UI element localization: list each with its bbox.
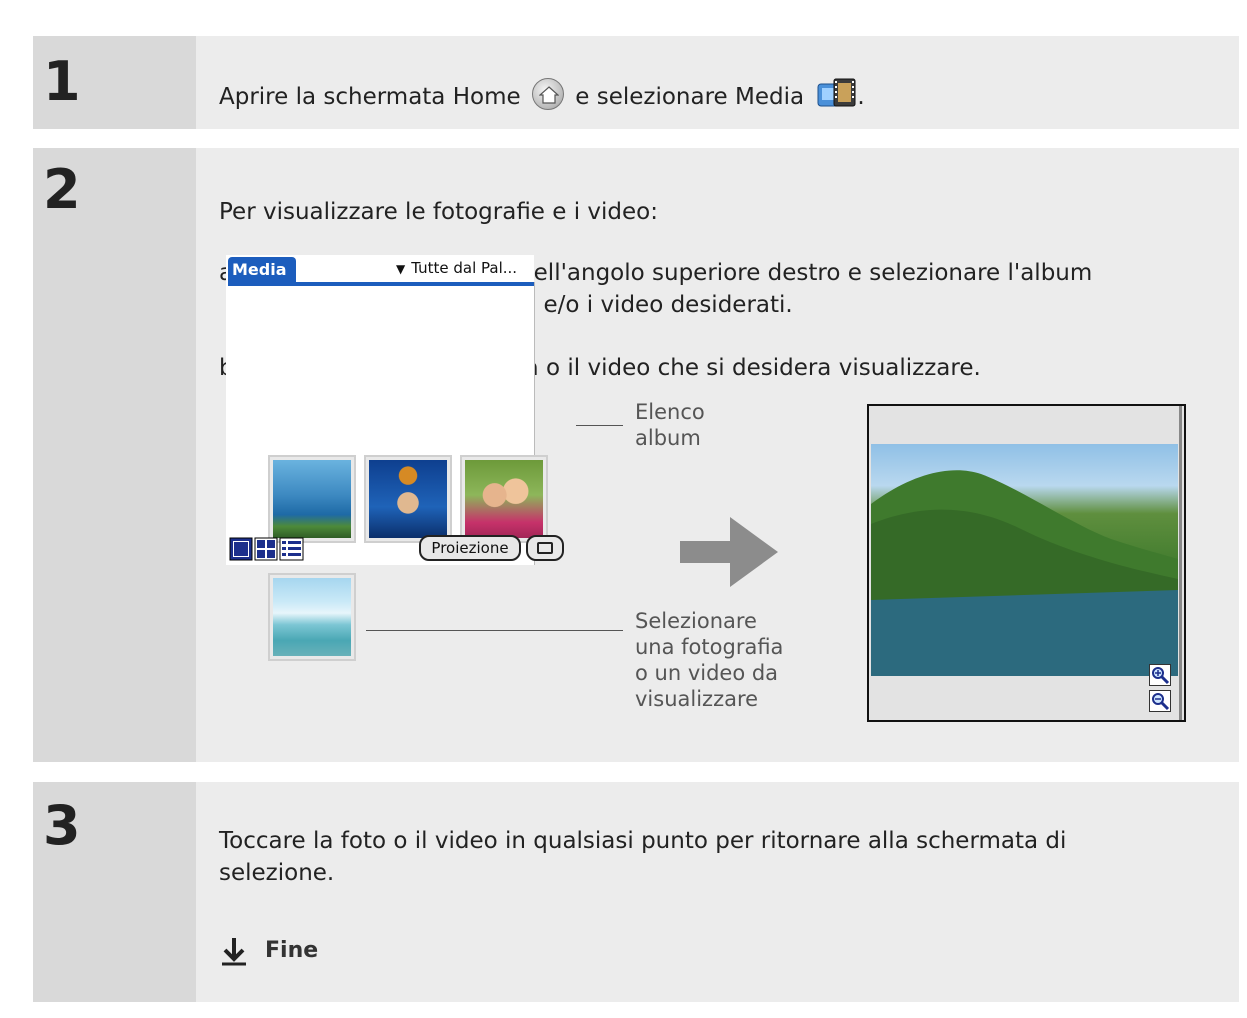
callout-line: o un video da (635, 661, 779, 685)
callout-line: visualizzare (635, 687, 759, 711)
select-callout: Selezionare una fotografia o un video da… (635, 608, 783, 712)
photo-thumbnail[interactable] (268, 455, 356, 543)
down-arrow-icon: ▼ (396, 262, 406, 276)
callout-line: una fotografia (635, 635, 784, 659)
step-3-line-1: Toccare la foto o il video in qualsiasi … (219, 828, 1067, 854)
palm-media-screen: Media ▼ Tutte dal Pal... Proiezione (226, 255, 564, 661)
media-tab[interactable]: Media (228, 257, 296, 282)
callout-line: Elenco (635, 400, 705, 424)
photo-viewer[interactable] (867, 404, 1186, 722)
full-photo[interactable] (871, 444, 1178, 676)
step-number: 3 (43, 794, 81, 857)
view-mode-toggle[interactable] (229, 537, 305, 561)
step-number: 1 (43, 50, 81, 113)
slideshow-button[interactable]: Proiezione (419, 535, 521, 561)
right-arrow-icon (680, 517, 778, 591)
step-1-text-end: . (857, 84, 865, 110)
step-number: 2 (43, 158, 81, 221)
album-dropdown[interactable]: ▼ Tutte dal Pal... (396, 259, 517, 277)
step-body (196, 782, 1239, 1002)
step-1-text-middle: e selezionare Media (575, 84, 805, 110)
album-dropdown-label: Tutte dal Pal... (411, 259, 518, 277)
callout-leader (576, 425, 623, 426)
camera-icon (537, 542, 553, 554)
video-thumbnail[interactable] (268, 573, 356, 661)
step-1-text-start: Aprire la schermata Home (219, 84, 521, 110)
title-underline (228, 282, 534, 286)
step-2-intro: Per visualizzare le fotografie e i video… (219, 199, 658, 225)
album-list-callout: Elenco album (635, 399, 705, 451)
zoom-out-icon[interactable] (1149, 690, 1171, 712)
down-arrow-icon (219, 936, 249, 970)
camera-button[interactable] (526, 535, 564, 561)
photo-thumbnail[interactable] (364, 455, 452, 543)
media-app-icon (817, 76, 857, 110)
scrollbar[interactable] (1179, 406, 1182, 720)
done-label: Fine (265, 938, 319, 963)
step-1-text: Aprire la schermata Home e selezionare M… (219, 76, 865, 113)
callout-line: Selezionare (635, 609, 757, 633)
photo-thumbnail[interactable] (460, 455, 548, 543)
callout-leader (366, 630, 623, 631)
step-3: 3 (33, 782, 1239, 1002)
home-icon (531, 78, 564, 110)
step-3-line-2: selezione. (219, 860, 335, 886)
zoom-in-icon[interactable] (1149, 664, 1171, 686)
callout-line: album (635, 426, 701, 450)
